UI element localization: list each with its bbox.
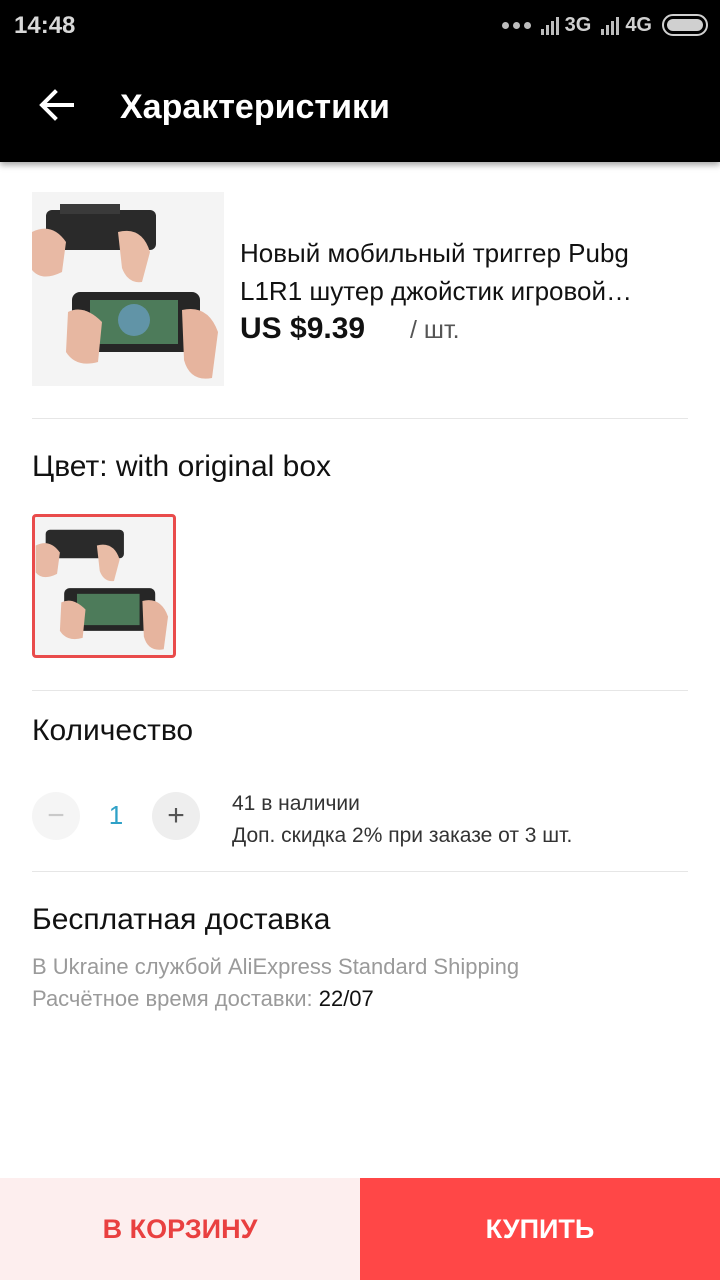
page-title: Характеристики [120,88,390,126]
stock-count: 41 в наличии [232,792,360,815]
network-3g-label: 3G [564,13,592,36]
arrow-left-icon [39,89,74,121]
color-label: Цвет: with original box [32,450,332,483]
color-option-selected[interactable] [32,514,176,658]
divider [32,418,688,419]
quantity-decrease-button[interactable]: − [32,792,80,840]
status-time: 14:48 [14,12,76,39]
divider [32,690,688,691]
product-summary: Новый мобильный триггер Pubg L1R1 шутер … [32,192,688,388]
quantity-title: Количество [32,714,194,747]
product-image [32,192,224,386]
buy-now-button[interactable]: КУПИТЬ [360,1178,720,1280]
battery-icon [662,14,708,36]
delivery-date: 22/07 [318,986,374,1011]
product-title: Новый мобильный триггер Pubg L1R1 шутер … [240,238,629,306]
notification-dots-icon [501,21,531,29]
bulk-discount-note: Доп. скидка 2% при заказе от 3 шт. [232,824,573,847]
status-icons: 3G 4G [501,10,708,40]
signal-icon [601,15,620,35]
divider [32,871,688,872]
back-button[interactable] [28,77,84,133]
network-4g-label: 4G [625,13,652,36]
shipping-service: В Ukraine службой AliExpress Standard Sh… [32,954,520,979]
signal-icon [540,15,559,35]
add-to-cart-button[interactable]: В КОРЗИНУ [0,1178,360,1280]
quantity-increase-button[interactable]: + [152,792,200,840]
price-unit: / шт. [410,316,460,344]
status-bar: 14:48 3G 4G [0,0,720,52]
product-price: US $9.39 [240,312,366,345]
quantity-value: 1 [108,800,124,830]
color-option-image [35,517,173,655]
shipping-title: Бесплатная доставка [32,903,331,936]
app-bar: Характеристики [0,52,720,162]
delivery-estimate: Расчётное время доставки: 22/07 [32,986,374,1012]
delivery-estimate-label: Расчётное время доставки: [32,986,319,1011]
